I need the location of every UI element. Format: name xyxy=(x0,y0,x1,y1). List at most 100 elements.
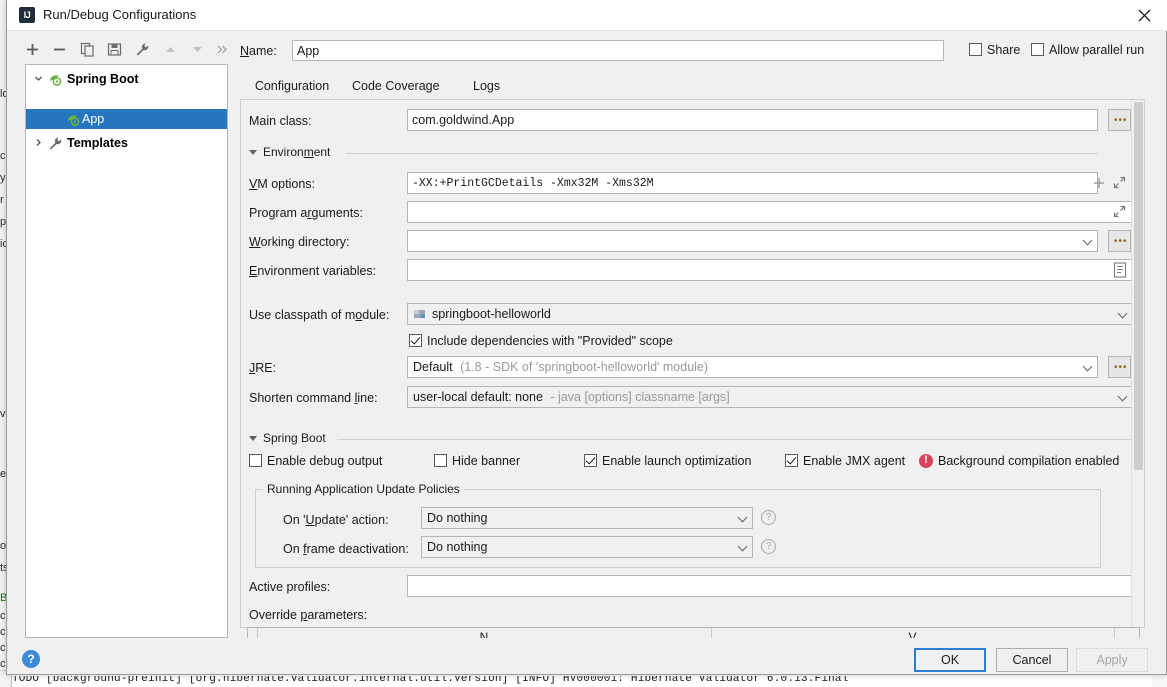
tree-item-label: Spring Boot xyxy=(67,72,139,86)
tree-item-label: Templates xyxy=(67,136,128,150)
tab-code-coverage[interactable]: Code Coverage xyxy=(352,75,440,99)
tree-item-spring-boot[interactable]: Spring Boot xyxy=(26,69,227,89)
remove-configuration-button[interactable] xyxy=(48,38,72,62)
run-debug-configurations-dialog: IJ Run/Debug Configurations Spring Boot … xyxy=(6,0,1167,675)
chevron-down-icon[interactable] xyxy=(30,69,46,89)
include-provided-scope-checkbox[interactable]: Include dependencies with "Provided" sco… xyxy=(409,334,673,348)
enable-jmx-agent-checkbox[interactable]: Enable JMX agent xyxy=(785,454,905,468)
program-arguments-label: Program arguments: xyxy=(249,206,363,220)
include-provided-scope-label: Include dependencies with "Provided" sco… xyxy=(427,334,673,348)
background-compilation-warning: Background compilation enabled xyxy=(938,454,1120,468)
on-frame-deactivation-label: On frame deactivation: xyxy=(283,542,409,556)
content-scrollbar[interactable] xyxy=(1131,100,1144,627)
tree-item-label: App xyxy=(82,112,105,126)
module-icon xyxy=(413,307,427,324)
share-checkbox[interactable]: Share xyxy=(969,43,1020,57)
tab-bar: Configuration Code Coverage Logs xyxy=(240,75,1145,101)
override-parameters-table[interactable]: N V xyxy=(247,627,1140,638)
enable-jmx-agent-label: Enable JMX agent xyxy=(803,454,906,468)
classpath-module-value: springboot-helloworld xyxy=(432,307,551,321)
move-up-button[interactable] xyxy=(159,38,183,62)
edit-templates-button[interactable] xyxy=(131,38,155,62)
apply-button: Apply xyxy=(1076,648,1148,672)
collapse-triangle-icon[interactable] xyxy=(249,150,257,155)
active-profiles-input[interactable] xyxy=(407,575,1133,597)
dialog-titlebar: IJ Run/Debug Configurations xyxy=(7,0,1167,31)
chevron-down-icon xyxy=(1082,235,1093,246)
on-update-action-help-icon[interactable]: ? xyxy=(761,510,776,525)
shorten-command-line-hint: - java [options] classname [args] xyxy=(550,390,730,404)
allow-parallel-run-checkbox[interactable]: Allow parallel run xyxy=(1031,43,1144,57)
configuration-form: Main class: ••• Environment VM options: xyxy=(240,100,1145,628)
help-icon[interactable] xyxy=(22,650,40,668)
environment-variables-list-icon[interactable] xyxy=(1113,262,1127,281)
chevron-right-icon[interactable] xyxy=(30,133,46,153)
on-frame-deactivation-help-icon[interactable]: ? xyxy=(761,539,776,554)
environment-variables-input[interactable] xyxy=(407,259,1133,281)
ok-button[interactable]: OK xyxy=(914,648,986,672)
classpath-module-label: Use classpath of module: xyxy=(249,308,390,322)
jre-label: JRE: xyxy=(249,361,277,375)
classpath-module-combo[interactable]: springboot-helloworld xyxy=(407,303,1133,325)
cancel-button[interactable]: Cancel xyxy=(996,648,1068,672)
save-configuration-button[interactable] xyxy=(103,38,127,62)
configurations-tree[interactable]: Spring Boot App Templates xyxy=(25,64,228,638)
allow-parallel-run-label: Allow parallel run xyxy=(1049,43,1145,57)
jre-combo[interactable]: Default (1.8 - SDK of 'springboot-hellow… xyxy=(407,356,1098,378)
name-input[interactable] xyxy=(292,40,944,61)
on-frame-deactivation-value: Do nothing xyxy=(427,540,488,554)
chevron-down-icon xyxy=(1082,361,1093,372)
environment-variables-label: Environment variables: xyxy=(249,264,377,278)
override-parameters-label: Override parameters: xyxy=(249,608,368,622)
main-class-label: Main class: xyxy=(249,114,312,128)
vm-options-input[interactable] xyxy=(407,172,1098,194)
ellipsis-icon: ••• xyxy=(1114,362,1128,373)
program-arguments-input[interactable] xyxy=(407,201,1133,223)
shorten-command-line-combo[interactable]: user-local default: none - java [options… xyxy=(407,386,1133,408)
hide-banner-checkbox[interactable]: Hide banner xyxy=(434,454,520,468)
expand-vm-options-icon[interactable] xyxy=(1113,176,1127,190)
jre-value: Default xyxy=(413,360,453,374)
tab-logs[interactable]: Logs xyxy=(473,75,500,99)
intellij-logo-icon: IJ xyxy=(19,7,35,23)
update-policies-group-title: Running Application Update Policies xyxy=(263,482,464,496)
spring-boot-icon xyxy=(48,69,64,89)
wrench-icon xyxy=(48,133,64,153)
name-label: Name: xyxy=(240,44,277,58)
on-frame-deactivation-combo[interactable]: Do nothing xyxy=(421,536,753,558)
close-icon[interactable] xyxy=(1122,0,1167,31)
jre-browse-button[interactable]: ••• xyxy=(1108,356,1131,378)
checkbox-box xyxy=(434,454,447,467)
chevron-down-icon xyxy=(1117,308,1128,319)
spring-boot-section-header: Spring Boot xyxy=(249,431,1133,446)
tree-item-app[interactable]: App xyxy=(26,109,227,129)
collapse-triangle-icon[interactable] xyxy=(249,436,257,441)
configurations-toolbar xyxy=(21,38,227,62)
add-vm-option-icon[interactable] xyxy=(1093,177,1105,189)
add-configuration-button[interactable] xyxy=(21,38,45,62)
content-scrollbar-thumb[interactable] xyxy=(1134,102,1143,470)
ellipsis-icon: ••• xyxy=(1114,236,1128,247)
spring-boot-section-title: Spring Boot xyxy=(263,431,326,445)
copy-configuration-button[interactable] xyxy=(76,38,100,62)
console-output-text: TODO [background-preinit] [org.hibernate… xyxy=(12,676,849,685)
chevron-down-icon xyxy=(737,541,748,552)
checkbox-box xyxy=(1031,43,1044,56)
working-directory-browse-button[interactable]: ••• xyxy=(1108,230,1131,252)
working-directory-input[interactable] xyxy=(407,230,1098,252)
enable-launch-optimization-checkbox[interactable]: Enable launch optimization xyxy=(584,454,751,468)
environment-section-header: Environment xyxy=(249,145,1098,160)
tab-configuration[interactable]: Configuration xyxy=(240,75,344,101)
main-class-input[interactable] xyxy=(407,109,1098,131)
chevron-down-icon xyxy=(1117,391,1128,402)
enable-debug-output-checkbox[interactable]: Enable debug output xyxy=(249,454,382,468)
main-class-browse-button[interactable]: ••• xyxy=(1108,109,1131,131)
checkbox-box xyxy=(785,454,798,467)
spring-boot-icon xyxy=(66,109,82,129)
expand-program-arguments-icon[interactable] xyxy=(1113,205,1127,219)
move-down-button[interactable] xyxy=(186,38,210,62)
checkbox-box xyxy=(969,43,982,56)
more-options-button[interactable] xyxy=(211,38,235,62)
on-update-action-combo[interactable]: Do nothing xyxy=(421,507,753,529)
tree-item-templates[interactable]: Templates xyxy=(26,133,227,153)
